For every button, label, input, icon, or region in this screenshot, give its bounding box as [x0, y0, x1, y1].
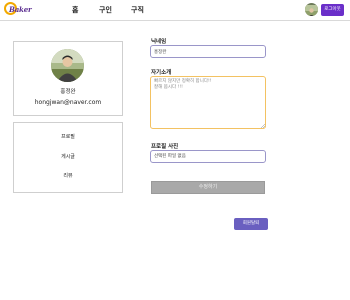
logout-button[interactable]: 로그아웃 [321, 4, 344, 16]
profile-email: hongjwan@naver.com [34, 99, 102, 106]
nav-home[interactable]: 홈 [72, 5, 78, 15]
menu-item-reviews[interactable]: 리뷰 [14, 172, 122, 179]
nickname-input[interactable] [150, 45, 266, 58]
submit-button[interactable]: 수정하기 [151, 181, 265, 194]
withdraw-button[interactable]: 회원탈퇴 [234, 218, 268, 230]
nickname-label: 닉네임 [151, 39, 167, 45]
logo-text: Baker [9, 5, 32, 14]
profile-photo-image [51, 49, 84, 82]
nav-recruit[interactable]: 구인 [99, 5, 112, 15]
profile-card: 홍정완 hongjwan@naver.com [13, 41, 123, 116]
nav-job-search[interactable]: 구직 [131, 5, 144, 15]
avatar-photo [305, 5, 318, 16]
top-header: Baker 홈 구인 구직 [0, 0, 350, 21]
profile-name: 홍정완 [60, 89, 76, 95]
profile-photo [51, 49, 84, 82]
avatar[interactable] [305, 3, 318, 16]
resize-handle-icon[interactable] [261, 124, 265, 128]
menu-item-posts[interactable]: 게시글 [14, 153, 122, 160]
profile-menu: 프로필 게시글 리뷰 [13, 122, 123, 193]
intro-label: 자기소개 [151, 70, 172, 76]
photo-label: 프로필 사진 [151, 144, 179, 150]
baker-logo[interactable]: Baker [4, 2, 32, 17]
menu-item-profile[interactable]: 프로필 [14, 133, 122, 140]
file-input[interactable]: 선택된 파일 없음 [150, 150, 266, 163]
intro-textarea[interactable] [150, 76, 266, 129]
